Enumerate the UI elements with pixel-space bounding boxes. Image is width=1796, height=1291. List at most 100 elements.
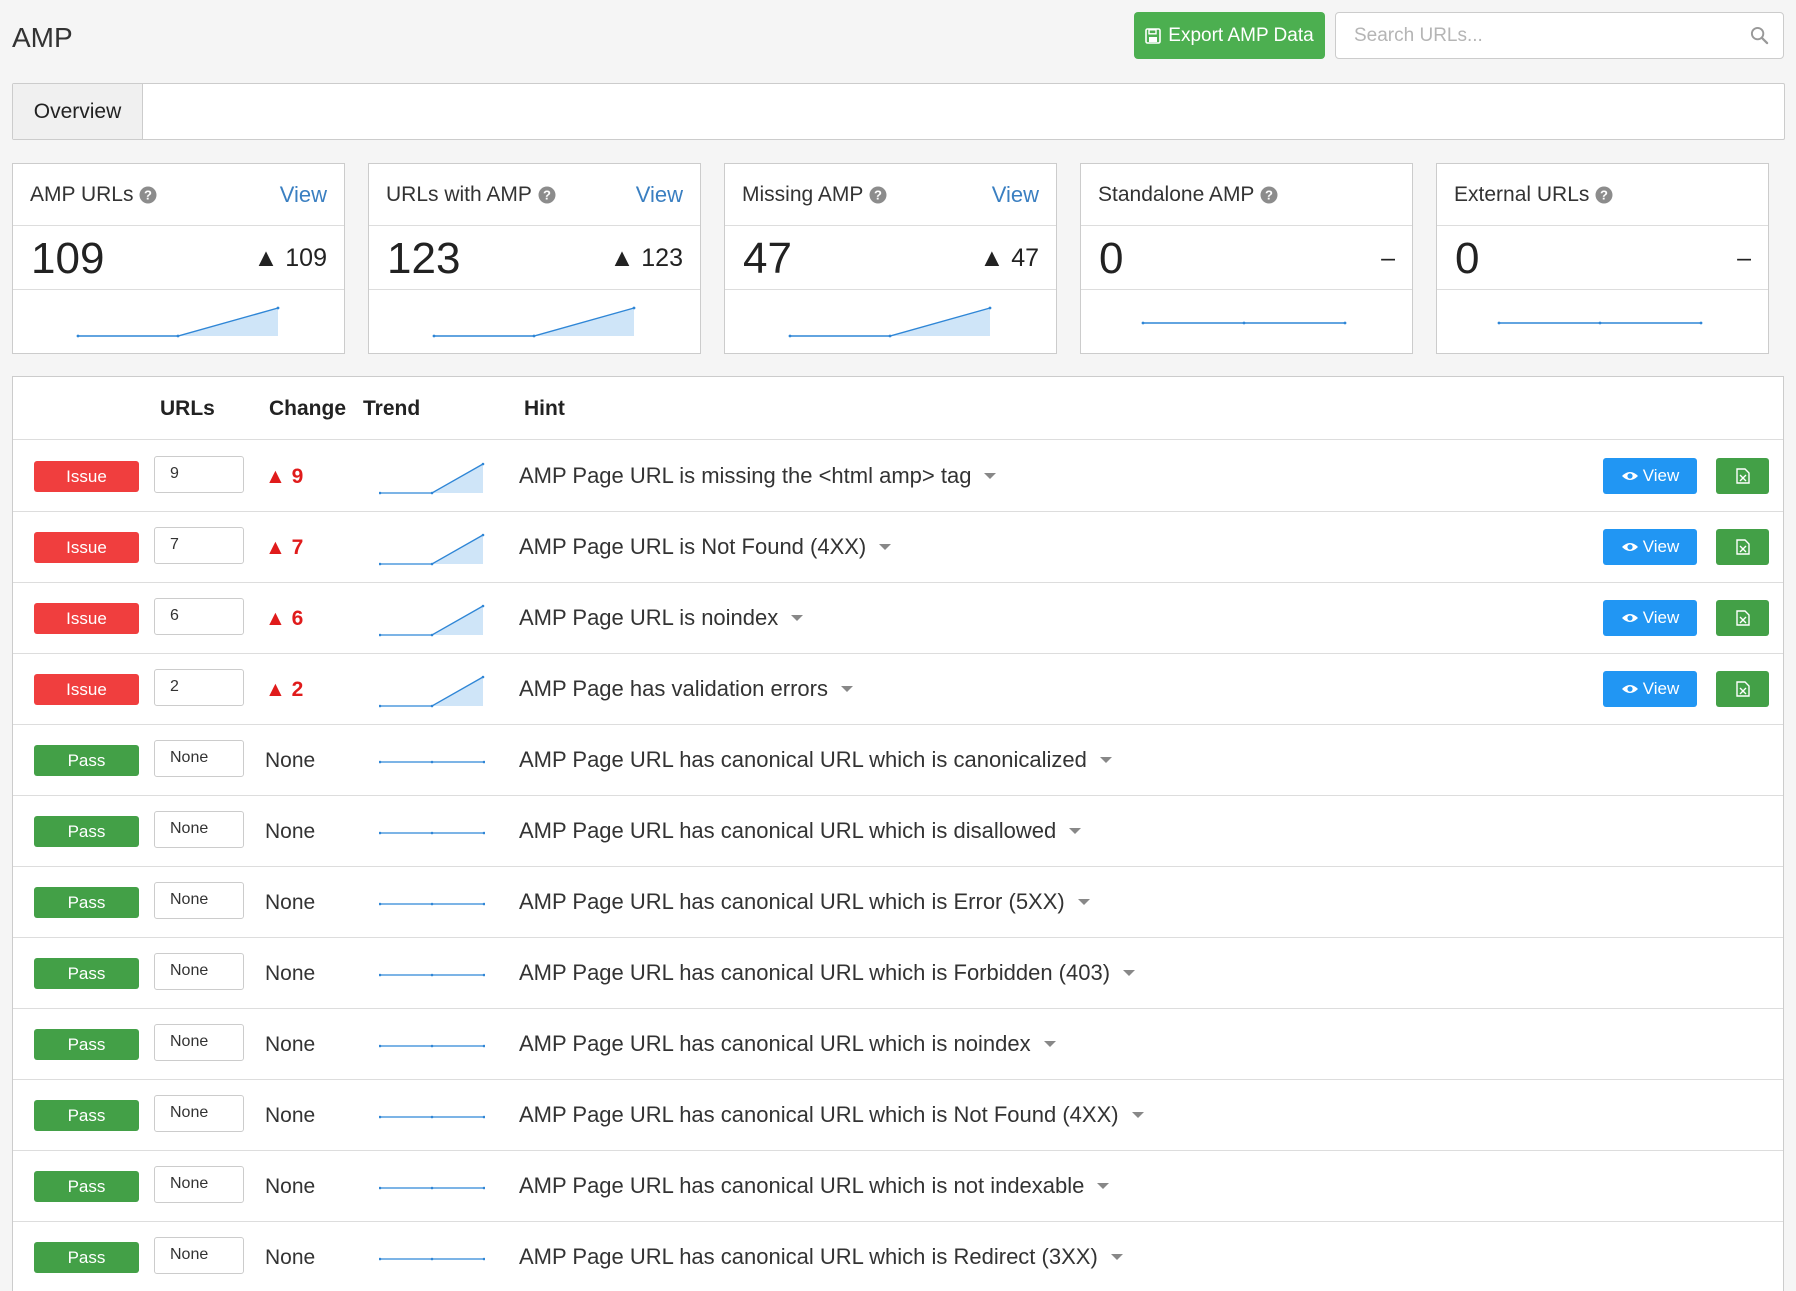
search-icon[interactable]: [1750, 26, 1769, 45]
change-value: None: [265, 1246, 316, 1269]
url-count-field[interactable]: 6: [154, 598, 244, 635]
url-count-field[interactable]: None: [154, 1237, 244, 1274]
url-count-field[interactable]: None: [154, 882, 244, 919]
caret-down-icon[interactable]: [1099, 755, 1113, 765]
svg-text:?: ?: [1600, 187, 1608, 202]
hint-text[interactable]: AMP Page URL has canonical URL which is …: [519, 1173, 1110, 1199]
trend-point: [481, 604, 485, 608]
hint-text[interactable]: AMP Page URL has canonical URL which is …: [519, 960, 1136, 986]
sparkline-point: [1699, 321, 1703, 325]
trend-point: [379, 831, 382, 835]
hint-label: AMP Page URL has canonical URL which is …: [519, 1173, 1085, 1198]
export-excel-button[interactable]: [1716, 458, 1769, 494]
hint-text[interactable]: AMP Page URL is missing the <html amp> t…: [519, 463, 997, 489]
trend-sparkline: [379, 760, 485, 764]
change-value: None: [265, 891, 316, 914]
trend-point: [379, 1044, 382, 1048]
url-count-field[interactable]: 2: [154, 669, 244, 706]
table-row: Pass None None AMP Page URL has canonical U…: [13, 1151, 1783, 1222]
caret-down-icon[interactable]: [983, 471, 997, 481]
view-urls-button[interactable]: View: [1603, 458, 1697, 494]
hint-text[interactable]: AMP Page URL has canonical URL which is …: [519, 1102, 1145, 1128]
table-row: Pass None None AMP Page URL has canonical U…: [13, 1222, 1783, 1291]
caret-down-icon[interactable]: [1043, 1039, 1057, 1049]
hint-text[interactable]: AMP Page has validation errors: [519, 676, 854, 702]
view-urls-button[interactable]: View: [1603, 529, 1697, 565]
caret-down-icon[interactable]: [1077, 897, 1091, 907]
change-value: None: [265, 1104, 316, 1127]
search-input[interactable]: [1336, 15, 1726, 56]
trend-point: [481, 462, 485, 466]
hint-text[interactable]: AMP Page URL has canonical URL which is …: [519, 1031, 1057, 1057]
trend-point: [482, 831, 485, 835]
export-amp-data-button[interactable]: Export AMP Data: [1134, 12, 1325, 59]
card-value: 0: [1455, 234, 1480, 283]
url-count-field[interactable]: 9: [154, 456, 244, 493]
hint-label: AMP Page URL has canonical URL which is …: [519, 1102, 1119, 1127]
view-button-label: View: [1642, 608, 1680, 627]
trend-point: [481, 533, 485, 537]
caret-down-icon[interactable]: [1068, 826, 1082, 836]
caret-down-icon[interactable]: [790, 613, 804, 623]
change-value: ▲ 7: [265, 536, 304, 559]
caret-down-icon[interactable]: [1110, 1252, 1124, 1262]
url-count-field[interactable]: 7: [154, 527, 244, 564]
caret-down-icon[interactable]: [878, 542, 892, 552]
sparkline-point: [988, 306, 992, 310]
trend-sparkline: [379, 675, 485, 708]
url-count-field[interactable]: None: [154, 740, 244, 777]
help-icon[interactable]: ?: [139, 186, 157, 204]
hint-text[interactable]: AMP Page URL has canonical URL which is …: [519, 747, 1113, 773]
change-value: ▲ 2: [265, 678, 304, 701]
status-badge: Issue: [34, 603, 139, 634]
card-title: URLs with AMP: [386, 182, 532, 206]
search-box[interactable]: [1335, 12, 1784, 59]
caret-down-icon[interactable]: [840, 684, 854, 694]
export-excel-button[interactable]: [1716, 671, 1769, 707]
help-icon[interactable]: ?: [1260, 186, 1278, 204]
url-count-field[interactable]: None: [154, 1095, 244, 1132]
card-sparkline: [1141, 321, 1347, 325]
eye-icon: [1621, 543, 1638, 551]
stat-card: External URLs? 0–: [1436, 163, 1769, 354]
card-view-link[interactable]: View: [636, 182, 683, 208]
url-count-field[interactable]: None: [154, 1166, 244, 1203]
hint-text[interactable]: AMP Page URL is noindex: [519, 605, 804, 631]
status-badge: Pass: [34, 1171, 139, 1202]
help-icon[interactable]: ?: [538, 186, 556, 204]
trend-point: [430, 1115, 434, 1119]
card-view-link[interactable]: View: [280, 182, 327, 208]
url-count-field[interactable]: None: [154, 811, 244, 848]
hint-text[interactable]: AMP Page URL has canonical URL which is …: [519, 889, 1091, 915]
trend-point: [430, 760, 434, 764]
export-excel-button[interactable]: [1716, 529, 1769, 565]
hint-label: AMP Page URL is noindex: [519, 605, 779, 630]
change-value: None: [265, 749, 316, 772]
table-row: Issue 2 ▲ 2 AMP Page has validation errors V…: [13, 654, 1783, 725]
help-icon[interactable]: ?: [1595, 186, 1613, 204]
table-row: Pass None None AMP Page URL has canonical U…: [13, 1080, 1783, 1151]
trend-point: [379, 902, 382, 906]
card-view-link[interactable]: View: [992, 182, 1039, 208]
url-count-field[interactable]: None: [154, 953, 244, 990]
sparkline-point: [632, 306, 636, 310]
status-badge: Issue: [34, 461, 139, 492]
status-badge: Pass: [34, 1100, 139, 1131]
sparkline-point: [176, 334, 180, 338]
caret-down-icon[interactable]: [1131, 1110, 1145, 1120]
export-excel-button[interactable]: [1716, 600, 1769, 636]
caret-down-icon[interactable]: [1122, 968, 1136, 978]
url-count-field[interactable]: None: [154, 1024, 244, 1061]
hint-text[interactable]: AMP Page URL has canonical URL which is …: [519, 1244, 1124, 1270]
help-icon[interactable]: ?: [869, 186, 887, 204]
trend-point: [379, 973, 382, 977]
caret-down-icon[interactable]: [1096, 1181, 1110, 1191]
hint-text[interactable]: AMP Page URL is Not Found (4XX): [519, 534, 892, 560]
trend-point: [379, 562, 382, 566]
hint-text[interactable]: AMP Page URL has canonical URL which is …: [519, 818, 1082, 844]
view-urls-button[interactable]: View: [1603, 671, 1697, 707]
card-body: 123 ▲ 123: [369, 226, 700, 290]
tab-overview[interactable]: Overview: [13, 84, 143, 139]
view-urls-button[interactable]: View: [1603, 600, 1697, 636]
table-row: Pass None None AMP Page URL has canonical U…: [13, 867, 1783, 938]
